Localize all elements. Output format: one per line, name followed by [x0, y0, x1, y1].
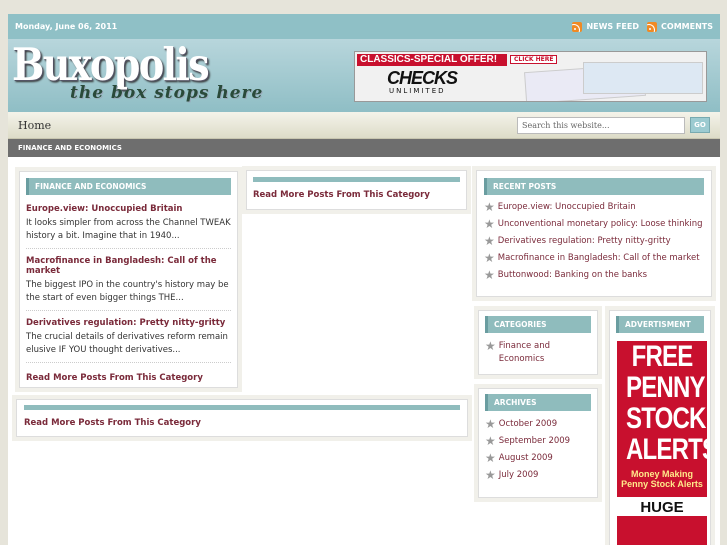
recent-post-item[interactable]: ★ Macrofinance in Bangladesh: Call of the…	[484, 252, 704, 265]
rss-icon	[572, 21, 583, 32]
star-icon: ★	[485, 417, 496, 431]
search-go-button[interactable]: GO	[690, 117, 710, 133]
archive-item[interactable]: ★ October 2009	[485, 418, 591, 431]
banner-brand: CHECKS	[387, 68, 458, 88]
ad-line: STOCK	[626, 402, 706, 435]
ad-line: PENNY	[626, 371, 705, 404]
archive-item[interactable]: ★ September 2009	[485, 435, 591, 448]
star-icon: ★	[484, 234, 495, 248]
category-box-title[interactable]: FINANCE AND ECONOMICS	[26, 178, 231, 195]
archives-widget: ARCHIVES ★ October 2009 ★ September 2009 ★…	[478, 388, 598, 498]
recent-post-item[interactable]: ★ Buttonwood: Banking on the banks	[484, 269, 704, 282]
archive-link[interactable]: September 2009	[499, 435, 570, 448]
advertisement-widget: ADVERTISMENT FREE PENNY STOCK ALERTS! Mo…	[609, 310, 711, 545]
recent-post-item[interactable]: ★ Unconventional monetary policy: Loose t…	[484, 218, 704, 231]
divider	[26, 310, 231, 311]
banner-brand-sub: UNLIMITED	[389, 87, 446, 95]
star-icon: ★	[485, 468, 496, 482]
archive-item[interactable]: ★ July 2009	[485, 469, 591, 482]
ad-line: ALERTS!	[626, 433, 707, 466]
post-excerpt: It looks simpler from across the Channel…	[26, 218, 231, 241]
archives-title: ARCHIVES	[485, 394, 591, 411]
recent-posts-widget: RECENT POSTS ★ Europe.view: Unoccupied Br…	[476, 170, 712, 297]
top-bar: Monday, June 06, 2011 NEWS FEED COMMENTS	[8, 14, 720, 39]
advertisement-title: ADVERTISMENT	[616, 316, 704, 333]
categories-title: CATEGORIES	[485, 316, 591, 333]
cheque-image	[583, 62, 703, 94]
divider	[26, 248, 231, 249]
comments-feed-link[interactable]: COMMENTS	[647, 21, 713, 32]
nav-home[interactable]: Home	[18, 119, 517, 132]
ad-huge: HUGE	[617, 497, 707, 516]
read-more-link[interactable]: Read More Posts From This Category	[24, 418, 460, 428]
news-feed-link[interactable]: NEWS FEED	[572, 21, 640, 32]
recent-post-item[interactable]: ★ Europe.view: Unoccupied Britain	[484, 201, 704, 214]
category-box-wide: Read More Posts From This Category	[16, 399, 468, 437]
star-icon: ★	[484, 217, 495, 231]
banner-ad[interactable]: CLASSICS-SPECIAL OFFER! CLICK HERE CHECK…	[354, 51, 707, 102]
read-more-link[interactable]: Read More Posts From This Category	[26, 373, 231, 383]
category-box-finance: FINANCE AND ECONOMICS Europe.view: Unocc…	[19, 171, 238, 388]
box-stripe	[253, 177, 460, 182]
star-icon: ★	[485, 339, 496, 353]
post-title-link[interactable]: Macrofinance in Bangladesh: Call of the …	[26, 256, 231, 276]
rss-icon	[647, 21, 658, 32]
post-title-link[interactable]: Derivatives regulation: Pretty nitty-gri…	[26, 318, 231, 328]
archive-link[interactable]: August 2009	[499, 452, 553, 465]
recent-post-link[interactable]: Macrofinance in Bangladesh: Call of the …	[498, 252, 700, 265]
star-icon: ★	[485, 451, 496, 465]
star-icon: ★	[484, 268, 495, 282]
search-input[interactable]: Search this website...	[517, 116, 685, 134]
category-bar[interactable]: FINANCE AND ECONOMICS	[8, 139, 720, 157]
banner-click-here: CLICK HERE	[510, 55, 558, 64]
ad-subtext: Money Making Penny Stock Alerts	[621, 469, 703, 489]
box-stripe	[24, 405, 460, 410]
ad-line: FREE	[631, 341, 694, 373]
post-title-link[interactable]: Europe.view: Unoccupied Britain	[26, 204, 231, 214]
category-item[interactable]: ★ Finance and Economics	[485, 340, 591, 366]
penny-stock-ad[interactable]: FREE PENNY STOCK ALERTS! Money Making Pe…	[617, 341, 707, 545]
archive-link[interactable]: October 2009	[499, 418, 557, 431]
search-placeholder: Search this website...	[522, 120, 610, 130]
recent-post-link[interactable]: Derivatives regulation: Pretty nitty-gri…	[498, 235, 671, 248]
category-box-empty: Read More Posts From This Category	[246, 170, 467, 210]
read-more-link[interactable]: Read More Posts From This Category	[253, 190, 460, 200]
recent-post-item[interactable]: ★ Derivatives regulation: Pretty nitty-gr…	[484, 235, 704, 248]
recent-post-link[interactable]: Unconventional monetary policy: Loose th…	[498, 218, 703, 231]
site-header: Buxopolis the box stops here CLASSICS-SP…	[8, 38, 720, 112]
post-excerpt: The crucial details of derivatives refor…	[26, 332, 228, 355]
current-date: Monday, June 06, 2011	[15, 22, 118, 31]
site-tagline: the box stops here	[70, 83, 264, 103]
nav-bar: Home Search this website... GO	[8, 112, 720, 139]
post-excerpt: The biggest IPO in the country's history…	[26, 280, 229, 303]
recent-post-link[interactable]: Buttonwood: Banking on the banks	[498, 269, 647, 282]
archive-link[interactable]: July 2009	[499, 469, 539, 482]
star-icon: ★	[484, 200, 495, 214]
news-feed-label: NEWS FEED	[586, 22, 640, 31]
archive-item[interactable]: ★ August 2009	[485, 452, 591, 465]
page: Monday, June 06, 2011 NEWS FEED COMMENTS…	[8, 14, 720, 545]
star-icon: ★	[484, 251, 495, 265]
star-icon: ★	[485, 434, 496, 448]
recent-post-link[interactable]: Europe.view: Unoccupied Britain	[498, 201, 636, 214]
categories-widget: CATEGORIES ★ Finance and Economics	[478, 310, 598, 375]
divider	[26, 362, 231, 363]
recent-posts-title: RECENT POSTS	[484, 178, 704, 195]
comments-label: COMMENTS	[661, 22, 713, 31]
banner-offer-text: CLASSICS-SPECIAL OFFER!	[357, 54, 507, 66]
category-link[interactable]: Finance and Economics	[499, 340, 591, 366]
